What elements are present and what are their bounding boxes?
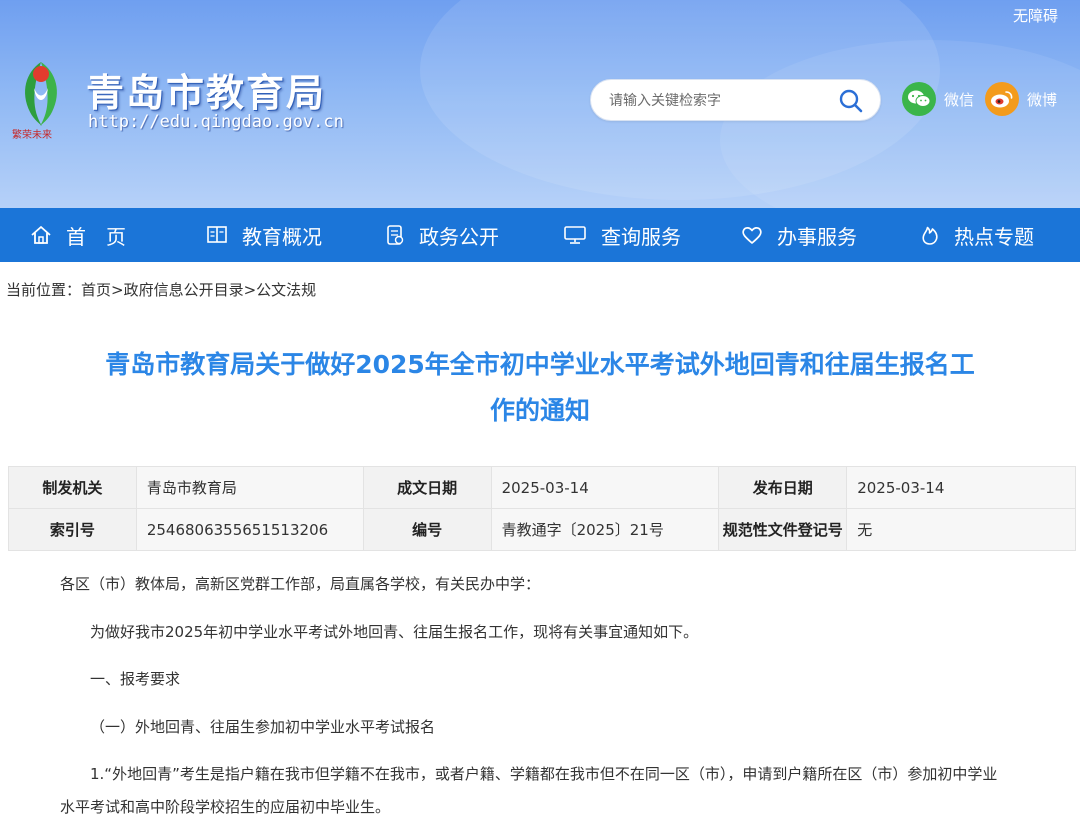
wechat-label: 微信	[944, 90, 975, 109]
section-heading: 一、报考要求	[90, 670, 181, 688]
nav-item-gov-affairs[interactable]: 政务公开	[385, 208, 499, 262]
nav-item-home[interactable]: 首 页	[30, 208, 126, 262]
weibo-icon	[985, 82, 1019, 116]
nav-item-label: 首 页	[66, 224, 126, 249]
search-icon[interactable]	[838, 88, 864, 114]
nav-item-label: 办事服务	[777, 224, 857, 249]
site-emblem-icon: 繁荣未来	[12, 62, 57, 140]
article-title-line: 青岛市教育局关于做好2025年全市初中学业水平考试外地回青和往届生报名工	[105, 350, 975, 379]
nav-item-label: 热点专题	[954, 224, 1034, 249]
body-paragraph: 1.“外地回青”考生是指户籍在我市但学籍不在我市，或者户籍、学籍都在我市但不在同…	[90, 765, 998, 783]
meta-key: 规范性文件登记号	[718, 508, 848, 551]
article-title-line: 作的通知	[489, 396, 590, 425]
home-icon	[31, 226, 51, 244]
body-paragraph: 为做好我市2025年初中学业水平考试外地回青、往届生报名工作，现将有关事宜通知如…	[90, 623, 699, 641]
main-nav: 首 页 教育概况 政务公开 查询服务 办事服务 热点专题	[0, 208, 1080, 262]
meta-value: 2546806355651513206	[135, 508, 364, 551]
nav-item-overview[interactable]: 教育概况	[206, 208, 322, 262]
meta-key: 制发机关	[8, 466, 137, 509]
nav-item-hot-topics[interactable]: 热点专题	[920, 208, 1034, 262]
flame-icon	[922, 226, 938, 245]
table-row: 制发机关 青岛市教育局 成文日期 2025-03-14 发布日期 2025-03…	[8, 466, 1076, 509]
nav-item-services[interactable]: 办事服务	[741, 208, 857, 262]
meta-key: 编号	[362, 508, 492, 551]
meta-value: 2025-03-14	[846, 466, 1076, 509]
nav-item-label: 政务公开	[419, 224, 499, 249]
site-name[interactable]: 青岛市教育局	[86, 62, 326, 117]
book-icon	[207, 226, 227, 243]
article-title: 青岛市教育局关于做好2025年全市初中学业水平考试外地回青和往届生报名工 作的通…	[0, 342, 1080, 434]
search-box	[590, 79, 881, 121]
nav-item-label: 教育概况	[242, 224, 322, 249]
site-url[interactable]: http://edu.qingdao.gov.cn	[88, 112, 344, 132]
meta-value: 青岛市教育局	[135, 466, 364, 509]
body-paragraph: 水平考试和高中阶段学校招生的应届初中毕业生。	[60, 798, 391, 816]
document-meta-table: 制发机关 青岛市教育局 成文日期 2025-03-14 发布日期 2025-03…	[8, 466, 1076, 551]
meta-value: 无	[846, 508, 1076, 551]
meta-key: 成文日期	[362, 466, 492, 509]
subsection-heading: （一）外地回青、往届生参加初中学业水平考试报名	[90, 718, 436, 736]
nav-item-query[interactable]: 查询服务	[563, 208, 681, 262]
wechat-icon	[902, 82, 936, 116]
meta-value: 2025-03-14	[490, 466, 720, 509]
weibo-link[interactable]: 微博	[985, 82, 1057, 116]
monitor-icon	[564, 226, 586, 244]
meta-key: 索引号	[8, 508, 137, 551]
meta-value: 青教通字〔2025〕21号	[490, 508, 720, 551]
weibo-label: 微博	[1027, 90, 1058, 109]
salutation: 各区（市）教体局，高新区党群工作部，局直属各学校，有关民办中学：	[60, 575, 541, 593]
table-row: 索引号 2546806355651513206 编号 青教通字〔2025〕21号…	[8, 508, 1076, 551]
nav-item-label: 查询服务	[601, 224, 681, 249]
accessibility-link[interactable]: 无障碍	[1013, 5, 1058, 26]
breadcrumb: 当前位置：首页>政府信息公开目录>公文法规	[6, 281, 317, 299]
document-icon	[387, 225, 404, 245]
emblem-text: 繁荣未来	[12, 128, 52, 140]
wechat-link[interactable]: 微信	[902, 82, 974, 116]
search-input[interactable]	[609, 89, 829, 113]
heart-icon	[742, 227, 762, 244]
site-header: 无障碍 繁荣未来 青岛市教育局 http://edu.qingdao.gov.c…	[0, 0, 1080, 208]
meta-key: 发布日期	[718, 466, 848, 509]
